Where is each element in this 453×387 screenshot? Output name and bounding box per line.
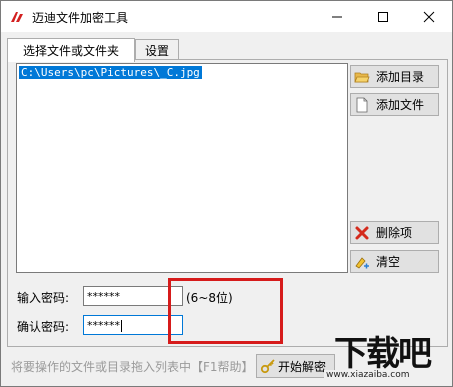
tab-select-files[interactable]: 选择文件或文件夹 <box>7 38 135 62</box>
delete-item-label: 删除项 <box>376 226 413 240</box>
status-hint: 将要操作的文件或目录拖入列表中【F1帮助】 <box>11 360 254 374</box>
watermark: 下载吧 www.xiazaiba.com <box>324 336 446 380</box>
password-label: 输入密码: <box>17 291 70 305</box>
add-directory-button[interactable]: 添加目录 <box>350 65 439 88</box>
clear-label: 清空 <box>376 255 401 269</box>
clear-button[interactable]: 清空 <box>350 250 439 273</box>
text-caret <box>121 320 122 332</box>
close-button[interactable] <box>406 1 452 32</box>
file-list[interactable]: C:\Users\pc\Pictures\_C.jpg <box>16 63 348 273</box>
start-decrypt-label: 开始解密 <box>278 359 327 374</box>
window-title: 迈迪文件加密工具 <box>32 11 129 25</box>
minimize-button[interactable] <box>314 1 360 32</box>
title-bar: 迈迪文件加密工具 <box>1 1 452 32</box>
password-highlight-box <box>168 278 283 344</box>
clear-icon <box>355 256 369 269</box>
document-icon <box>356 97 368 112</box>
confirm-password-label: 确认密码: <box>17 320 70 334</box>
add-directory-label: 添加目录 <box>376 70 425 84</box>
maximize-icon <box>378 11 388 22</box>
minimize-icon <box>332 16 342 17</box>
app-window: 迈迪文件加密工具 选择文件或文件夹 设置 C:\Users\pc\Picture… <box>0 0 453 387</box>
delete-item-button[interactable]: 删除项 <box>350 221 439 244</box>
close-icon <box>423 11 435 22</box>
add-file-label: 添加文件 <box>376 98 425 112</box>
maximize-button[interactable] <box>360 1 406 32</box>
app-logo-icon <box>11 12 23 22</box>
add-file-button[interactable]: 添加文件 <box>350 93 439 116</box>
watermark-url: www.xiazaiba.com <box>324 370 412 380</box>
watermark-logo: 下载吧 <box>334 334 432 374</box>
tab-settings[interactable]: 设置 <box>135 39 179 61</box>
confirm-password-value: ****** <box>87 319 120 332</box>
password-value: ****** <box>87 290 120 303</box>
folder-open-icon <box>354 72 370 82</box>
key-icon <box>260 359 275 374</box>
list-item[interactable]: C:\Users\pc\Pictures\_C.jpg <box>19 66 202 79</box>
delete-x-icon <box>355 226 369 239</box>
